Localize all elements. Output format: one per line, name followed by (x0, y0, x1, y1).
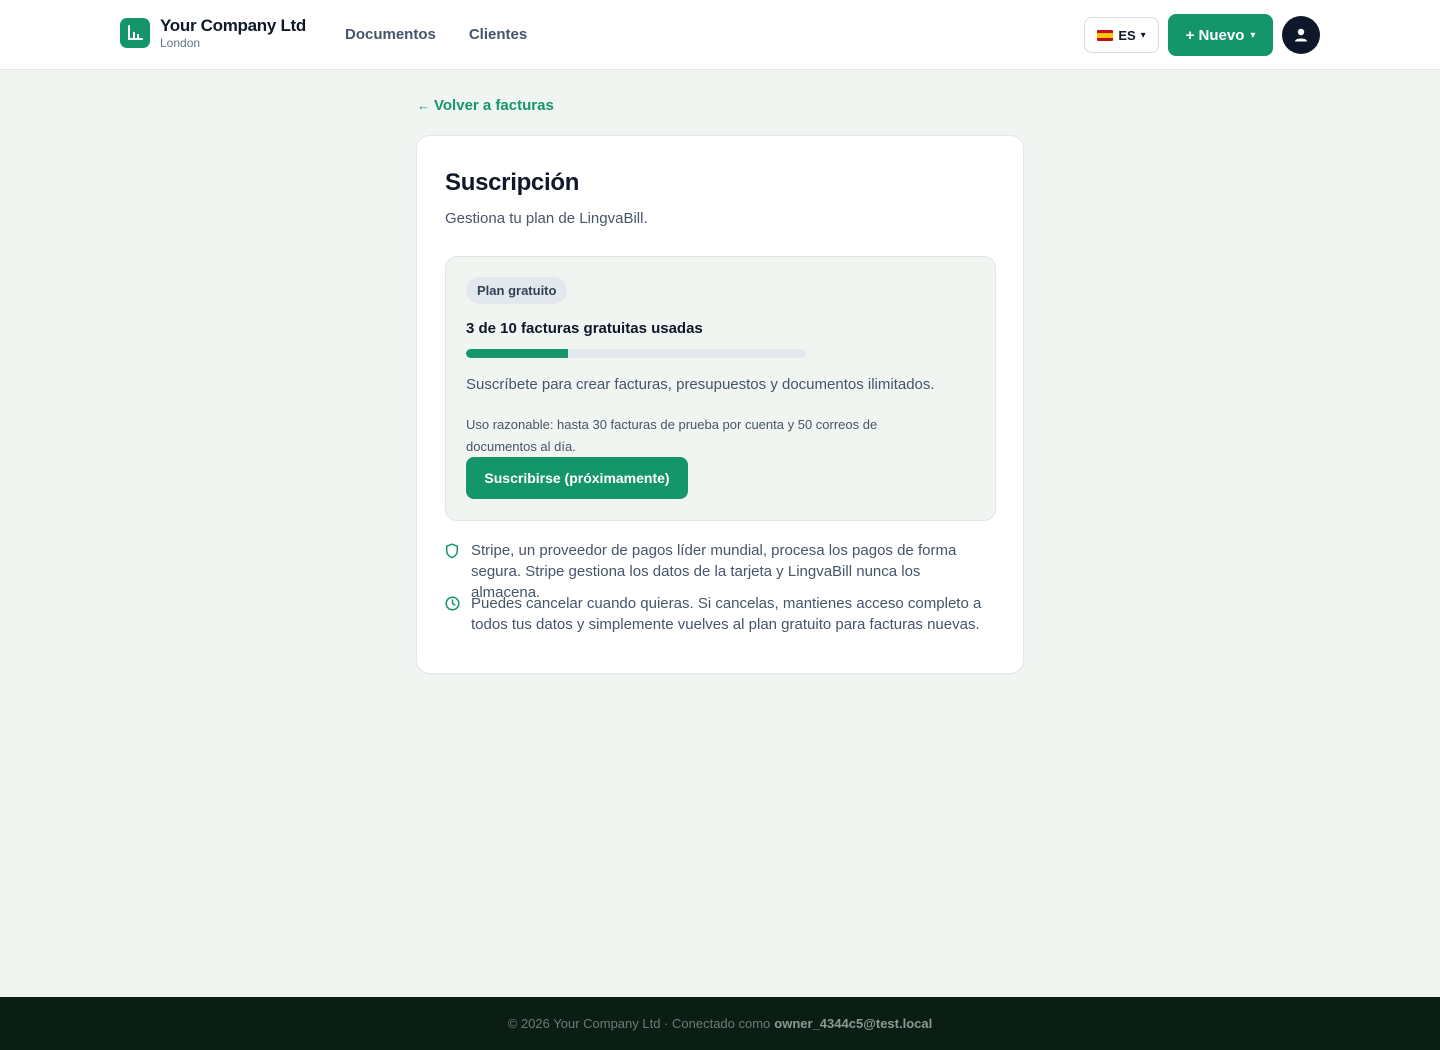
new-button[interactable]: + Nuevo ▾ (1168, 14, 1273, 56)
language-label: ES (1118, 27, 1136, 43)
info-cancel-text: Puedes cancelar cuando quieras. Si cance… (471, 595, 982, 633)
page-subtitle: Gestiona tu plan de LingvaBill. (445, 210, 648, 227)
company-name: Your Company Ltd (160, 16, 306, 35)
user-avatar[interactable] (1282, 16, 1320, 54)
top-header: Your Company Ltd London Documentos Clien… (0, 0, 1440, 70)
back-to-invoices-link[interactable]: ← Volver a facturas (417, 97, 554, 114)
clock-icon (445, 593, 461, 635)
chevron-down-icon: ▾ (1250, 29, 1256, 41)
brand[interactable]: Your Company Ltd London (120, 16, 306, 50)
nav-documentos[interactable]: Documentos (345, 26, 436, 43)
arrow-left-icon: ← (417, 98, 430, 113)
usage-progress-fill (466, 349, 568, 358)
usage-title: 3 de 10 facturas gratuitas usadas (466, 320, 703, 337)
company-city: London (160, 36, 201, 50)
usage-progress-bar (466, 349, 806, 358)
chevron-down-icon: ▾ (1140, 29, 1146, 41)
language-selector[interactable]: ES ▾ (1084, 17, 1159, 53)
main-nav: Documentos Clientes (345, 26, 527, 43)
new-button-label: + Nuevo (1185, 26, 1245, 44)
user-icon (1295, 28, 1307, 42)
chart-logo-icon (120, 18, 150, 48)
footer-text: © 2026 Your Company Ltd · Conectado como (507, 1016, 771, 1031)
subscribe-button[interactable]: Suscribirse (próximamente) (466, 457, 688, 499)
info-cancel: Puedes cancelar cuando quieras. Si cance… (445, 593, 991, 635)
subscription-card: Suscripción Gestiona tu plan de LingvaBi… (416, 135, 1024, 674)
plan-description: Suscríbete para crear facturas, presupue… (466, 376, 935, 393)
plan-box: Plan gratuito 3 de 10 facturas gratuitas… (445, 256, 996, 521)
page-title: Suscripción (445, 169, 580, 196)
back-link-label: Volver a facturas (434, 97, 554, 114)
fair-use-note: Uso razonable: hasta 30 facturas de prue… (466, 417, 878, 454)
spain-flag-icon (1097, 29, 1114, 41)
nav-clientes[interactable]: Clientes (469, 26, 527, 43)
plan-badge: Plan gratuito (466, 277, 568, 304)
page-footer: © 2026 Your Company Ltd · Conectado como… (0, 997, 1440, 1050)
footer-email: owner_4344c5@test.local (774, 1016, 933, 1031)
